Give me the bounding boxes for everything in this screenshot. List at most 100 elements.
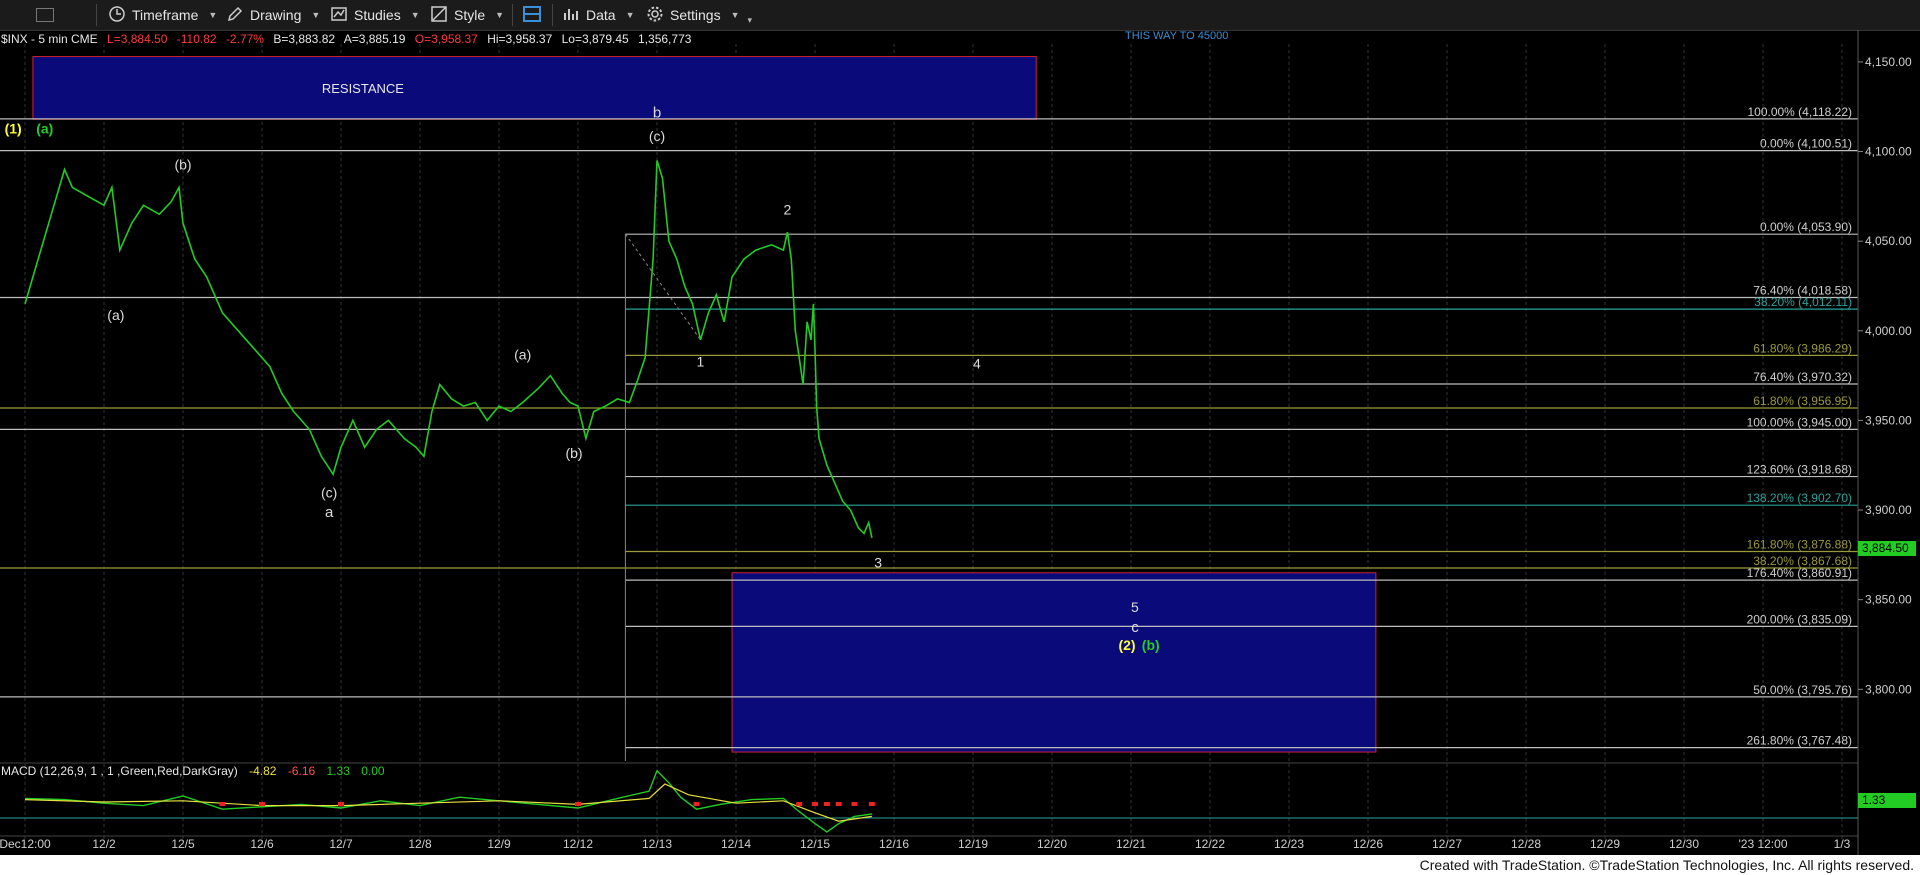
x-tick-label: 12/5 [171, 837, 195, 851]
window-icon[interactable] [36, 4, 54, 26]
macd-histogram-bar [868, 802, 875, 806]
chevron-down-icon: ▼ [208, 10, 218, 20]
y-tick-label: 3,900.00 [1865, 503, 1912, 517]
x-tick-label: 12/12 [563, 837, 593, 851]
fib-level-label: 61.80% (3,986.29) [1753, 341, 1852, 355]
zone-boxes: RESISTANCE [32, 56, 1377, 753]
x-tick-label: 12/28 [1511, 837, 1541, 851]
fib-level-label: 61.80% (3,956.95) [1753, 394, 1852, 408]
macd-value-2: -6.16 [288, 764, 316, 778]
price-series [24, 160, 873, 538]
macd-histogram-bar [219, 802, 226, 806]
wave-labels: (1) (a) (b) (a) (c) a (a) (b) b (c) 1 2 4 3 5 c(2) (b) [5, 104, 1160, 652]
x-tick-label: 12/30 [1669, 837, 1699, 851]
x-tick-label: 12/15 [800, 837, 830, 851]
fib-level-label: 0.00% (4,053.90) [1760, 220, 1852, 234]
macd-panel [0, 769, 1858, 833]
quote-symbol: $INX - 5 min CME [1, 32, 98, 46]
timeframe-button[interactable]: Timeframe ▼ [108, 4, 217, 26]
settings-button[interactable]: Settings ▼ ▾ [646, 4, 752, 26]
fib-level-label: 0.00% (4,100.51) [1760, 137, 1852, 151]
macd-histogram-bar [823, 802, 830, 806]
chevron-down-icon: ▼ [311, 10, 321, 20]
quote-ask: A=3,885.19 [344, 32, 406, 46]
fib-level-label: 123.60% (3,918.68) [1747, 463, 1852, 477]
macd-value-3: 1.33 [327, 764, 351, 778]
layout-icon [522, 4, 542, 27]
fib-level-label: 38.20% (4,012.11) [1754, 295, 1852, 309]
chevron-down-icon: ▼ [495, 10, 505, 20]
y-tick-label: 4,050.00 [1865, 234, 1912, 248]
x-tick-label: 12/14 [721, 837, 751, 851]
quote-low: Lo=3,879.45 [562, 32, 629, 46]
quote-last: L=3,884.50 [107, 32, 168, 46]
fib-level-label: 76.40% (3,970.32) [1753, 370, 1852, 384]
y-tick-label: 4,100.00 [1865, 145, 1912, 159]
wave-label: (c) [321, 485, 337, 501]
wave-label: (b) [1142, 637, 1160, 653]
wave-label: (c) [649, 128, 665, 144]
data-button[interactable]: Data ▼ [562, 4, 635, 26]
macd-histogram-bar [812, 802, 818, 806]
fib-level-label: 176.40% (3,860.91) [1747, 566, 1852, 580]
drawing-button[interactable]: Drawing ▼ [226, 4, 320, 26]
wave-label: (b) [565, 445, 582, 461]
chevron-down-icon: ▼ [730, 10, 740, 20]
top-cut-note: THIS WAY TO 45000 [1125, 30, 1228, 42]
macd-histogram-bar [693, 802, 700, 806]
x-tick-label: 12/20 [1037, 837, 1067, 851]
x-tick-label: 12/22 [1195, 837, 1225, 851]
clock-icon [108, 5, 126, 26]
fib-level-label: 138.20% (3,902.70) [1747, 491, 1852, 505]
x-tick-label: 12/21 [1116, 837, 1146, 851]
timeframe-label: Timeframe [132, 7, 199, 23]
fib-level-label: 161.80% (3,876.88) [1747, 537, 1852, 551]
x-tick-label: 12/19 [958, 837, 988, 851]
macd-histogram-bar [338, 802, 344, 806]
wave-label: (2) [1118, 637, 1135, 653]
x-tick-label: '23 12:00 [1738, 837, 1787, 851]
fib-level-label: 50.00% (3,795.76) [1753, 683, 1852, 697]
wave-label: b [653, 104, 661, 121]
chevron-down-icon: ▼ [625, 10, 635, 20]
y-tick-label: 3,850.00 [1865, 593, 1912, 607]
studies-button[interactable]: Studies ▼ [330, 4, 420, 26]
macd-value-1: -4.82 [249, 764, 277, 778]
style-icon [430, 5, 448, 26]
wave-label: 1 [697, 354, 705, 370]
toolbar: Timeframe ▼ Drawing ▼ Studies ▼ Style ▼ … [0, 0, 1920, 31]
wave-label: (a) [107, 307, 124, 323]
macd-label: MACD (12,26,9, 1 , 1 ,Green,Red,DarkGray… [1, 764, 238, 778]
footer: Created with TradeStation. ©TradeStation… [0, 855, 1920, 875]
studies-icon [330, 5, 348, 26]
fib-level-label: 100.00% (4,118.22) [1747, 105, 1852, 119]
price-chart[interactable]: RESISTANCE 100.00% (4,118.22) 0.00% (4,10… [0, 30, 1920, 855]
data-label: Data [586, 7, 616, 23]
fib-level-label: 100.00% (3,945.00) [1747, 415, 1852, 429]
x-tick-label: 12/8 [408, 837, 432, 851]
y-tick-label: 3,800.00 [1865, 682, 1912, 696]
x-tick-label: 12/6 [250, 837, 274, 851]
macd-signal-line [24, 783, 872, 822]
quote-bid: B=3,883.82 [273, 32, 335, 46]
x-tick-label: 12/7 [329, 837, 353, 851]
footer-credit: Created with TradeStation. ©TradeStation… [1419, 857, 1914, 873]
price-line [24, 160, 873, 538]
y-axis: 3,800.00 3,850.00 3,900.00 3,950.00 4,000.00… [1857, 30, 1912, 855]
wave-label: (a) [514, 346, 531, 362]
x-axis: Dec12:00 12/2 12/5 12/6 12/7 12/8 12/9 12/12 12/… [0, 837, 1851, 851]
x-tick-label: 12/26 [1353, 837, 1383, 851]
layout-button[interactable] [522, 4, 542, 26]
quote-change: -110.82 [177, 32, 217, 46]
wave-label: (b) [174, 156, 191, 172]
style-label: Style [454, 7, 486, 23]
x-tick-label: 12/9 [487, 837, 511, 851]
x-tick-label: 1/3 [1834, 837, 1851, 851]
macd-histogram-bar [575, 802, 581, 806]
x-tick-label: 12/13 [642, 837, 672, 851]
studies-label: Studies [354, 7, 401, 23]
quote-volume: 1,356,773 [638, 32, 692, 46]
overflow-chevron-icon: ▾ [747, 14, 753, 25]
style-button[interactable]: Style ▼ [430, 4, 504, 26]
x-tick-label: 12/27 [1432, 837, 1462, 851]
